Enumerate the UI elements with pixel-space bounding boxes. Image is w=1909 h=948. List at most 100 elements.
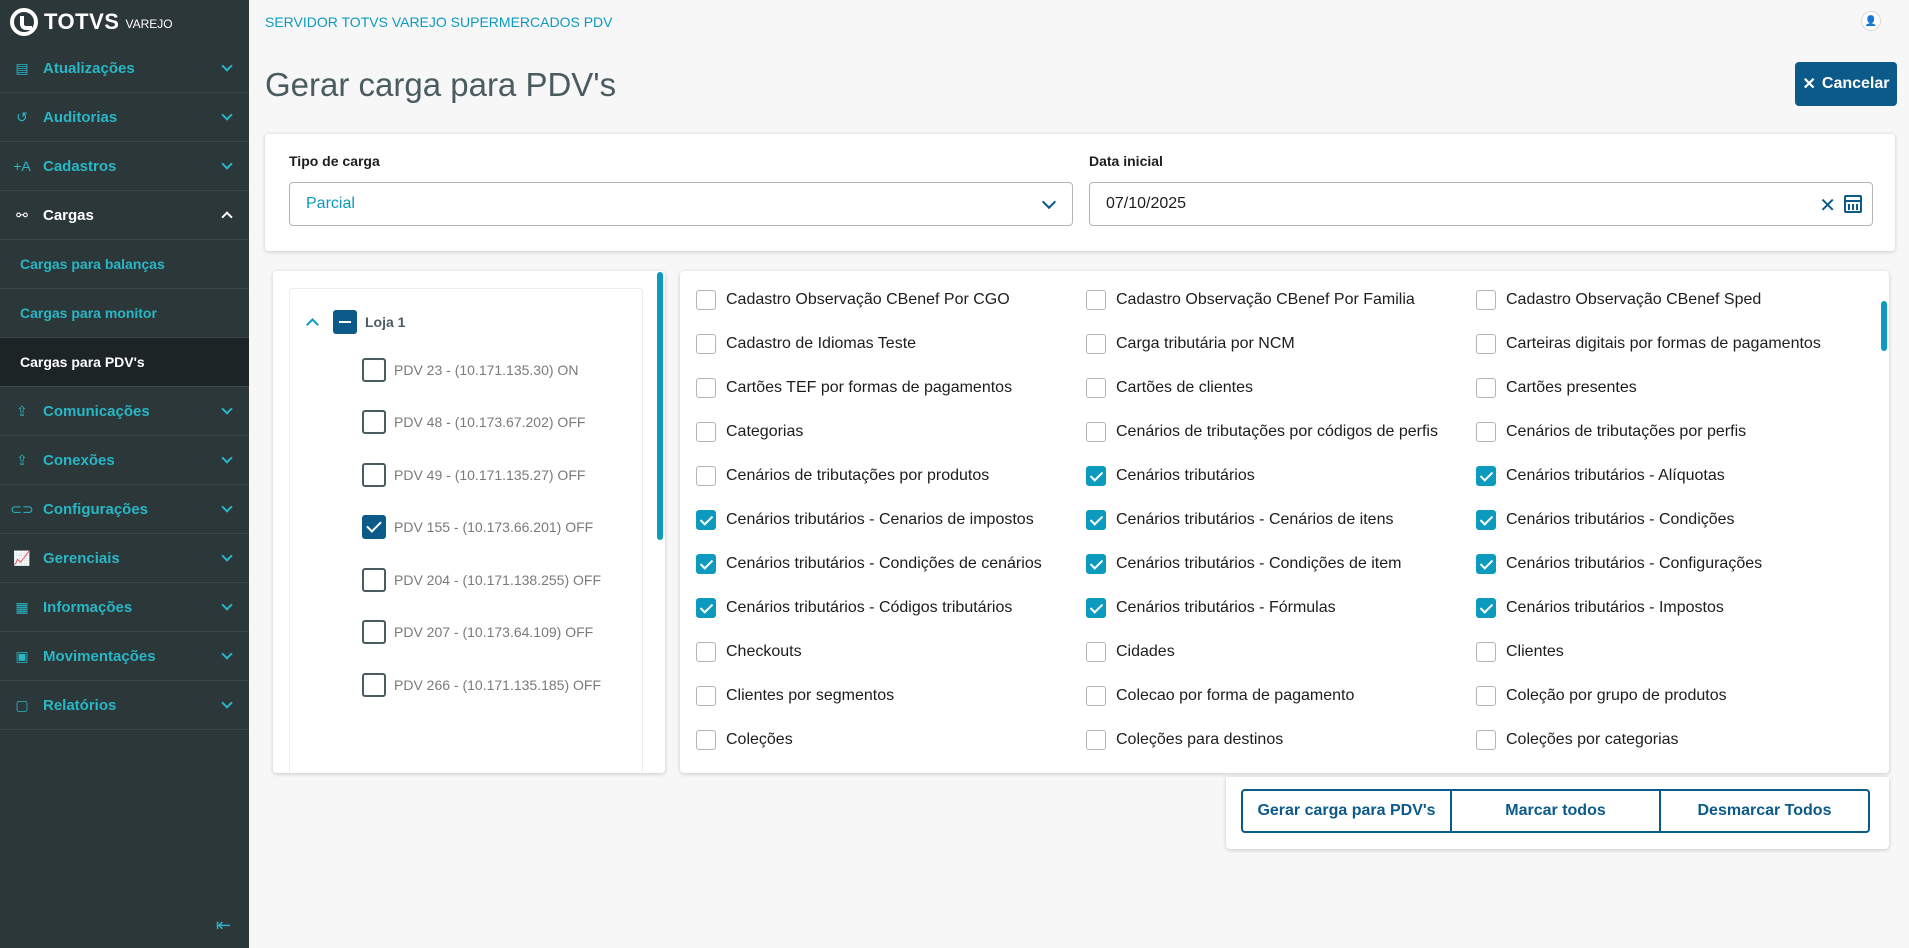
carga-option-checkbox[interactable] [1476, 642, 1496, 662]
pdv-item[interactable]: PDV 49 - (10.171.135.27) OFF [362, 463, 585, 487]
sidebar-item[interactable]: ▤ Atualizações [0, 44, 249, 93]
carga-option[interactable]: Cartões presentes [1476, 378, 1637, 398]
carga-option[interactable]: Cidades [1086, 642, 1175, 662]
pdv-item[interactable]: PDV 207 - (10.173.64.109) OFF [362, 620, 593, 644]
carga-option-checkbox[interactable] [1476, 466, 1496, 486]
carga-option-checkbox[interactable] [1476, 378, 1496, 398]
carga-option[interactable]: Cenários tributários - Impostos [1476, 598, 1724, 618]
pdv-item[interactable]: PDV 204 - (10.171.138.255) OFF [362, 568, 601, 592]
carga-option[interactable]: Cenários de tributações por produtos [696, 466, 989, 486]
carga-option-checkbox[interactable] [696, 466, 716, 486]
check-all-button[interactable]: Marcar todos [1450, 789, 1661, 833]
carga-option[interactable]: Cenários tributários - Condições de cená… [696, 554, 1042, 574]
carga-option-checkbox[interactable] [696, 510, 716, 530]
carga-option-checkbox[interactable] [696, 334, 716, 354]
carga-option[interactable]: Colecao por forma de pagamento [1086, 686, 1354, 706]
carga-option[interactable]: Cadastro Observação CBenef Por Familia [1086, 290, 1415, 310]
carga-option-checkbox[interactable] [1086, 334, 1106, 354]
sidebar-subitem[interactable]: Cargas para monitor [0, 289, 249, 338]
sidebar-item[interactable]: ⇪ Conexões [0, 436, 249, 485]
pdv-checkbox[interactable] [362, 358, 386, 382]
carga-option[interactable]: Coleções [696, 730, 793, 750]
carga-option-checkbox[interactable] [1086, 378, 1106, 398]
carga-option-checkbox[interactable] [1476, 422, 1496, 442]
options-scrollbar[interactable] [1881, 301, 1887, 351]
pdv-checkbox[interactable] [362, 568, 386, 592]
carga-option[interactable]: Cadastro de Idiomas Teste [696, 334, 916, 354]
cancel-button[interactable]: ✕ Cancelar [1795, 62, 1897, 106]
calendar-icon[interactable] [1844, 195, 1862, 213]
carga-option-checkbox[interactable] [696, 554, 716, 574]
collapse-menu-icon[interactable]: ⇤ [216, 915, 231, 936]
carga-option-checkbox[interactable] [696, 686, 716, 706]
carga-option[interactable]: Cartões TEF por formas de pagamentos [696, 378, 1012, 398]
pdv-item[interactable]: PDV 48 - (10.173.67.202) OFF [362, 410, 585, 434]
carga-option[interactable]: Clientes por segmentos [696, 686, 894, 706]
carga-option[interactable]: Cadastro Observação CBenef Por CGO [696, 290, 1010, 310]
pdv-item[interactable]: PDV 155 - (10.173.66.201) OFF [362, 515, 593, 539]
carga-option[interactable]: Categorias [696, 422, 803, 442]
carga-option[interactable]: Cenários tributários - Cenários de itens [1086, 510, 1393, 530]
sidebar-item[interactable]: ▣ Movimentações [0, 632, 249, 681]
carga-option-checkbox[interactable] [1476, 510, 1496, 530]
carga-option[interactable]: Cenários tributários - Códigos tributári… [696, 598, 1012, 618]
carga-option[interactable]: Coleção por grupo de produtos [1476, 686, 1727, 706]
carga-option-checkbox[interactable] [1086, 686, 1106, 706]
carga-option-checkbox[interactable] [1086, 510, 1106, 530]
carga-option-checkbox[interactable] [1476, 290, 1496, 310]
carga-option[interactable]: Cenários tributários - Alíquotas [1476, 466, 1725, 486]
data-inicial-field[interactable]: 07/10/2025 ✕ [1089, 182, 1873, 226]
generate-load-button[interactable]: Gerar carga para PDV's [1241, 789, 1452, 833]
pdv-checkbox[interactable] [362, 410, 386, 434]
carga-option-checkbox[interactable] [696, 290, 716, 310]
sidebar-item[interactable]: ▢ Relatórios [0, 681, 249, 730]
carga-option[interactable]: Cenários de tributações por perfis [1476, 422, 1746, 442]
carga-option[interactable]: Cenários tributários - Fórmulas [1086, 598, 1336, 618]
carga-option-checkbox[interactable] [696, 730, 716, 750]
carga-option[interactable]: Cenários tributários - Cenarios de impos… [696, 510, 1034, 530]
carga-option-checkbox[interactable] [696, 422, 716, 442]
sidebar-item[interactable]: ⊂⊃ Configurações [0, 485, 249, 534]
sidebar-item[interactable]: 📈 Gerenciais [0, 534, 249, 583]
carga-option[interactable]: Checkouts [696, 642, 802, 662]
carga-option[interactable]: Cenários tributários - Configurações [1476, 554, 1762, 574]
sidebar-item[interactable]: ↺ Auditorias [0, 93, 249, 142]
loja-partial-checkbox[interactable] [333, 310, 357, 334]
tree-scrollbar[interactable] [657, 272, 663, 540]
carga-option-checkbox[interactable] [1086, 422, 1106, 442]
carga-option[interactable]: Coleções por categorias [1476, 730, 1679, 750]
sidebar-subitem[interactable]: Cargas para balanças [0, 240, 249, 289]
carga-option[interactable]: Cenários tributários - Condições de item [1086, 554, 1401, 574]
carga-option[interactable]: Cartões de clientes [1086, 378, 1253, 398]
carga-option-checkbox[interactable] [1086, 730, 1106, 750]
carga-option[interactable]: Carteiras digitais por formas de pagamen… [1476, 334, 1821, 354]
sidebar-item[interactable]: ▦ Informações [0, 583, 249, 632]
sidebar-subitem[interactable]: Cargas para PDV's [0, 338, 249, 387]
carga-option-checkbox[interactable] [696, 378, 716, 398]
pdv-checkbox[interactable] [362, 463, 386, 487]
pdv-checkbox[interactable] [362, 620, 386, 644]
carga-option-checkbox[interactable] [1476, 334, 1496, 354]
carga-option-checkbox[interactable] [1476, 686, 1496, 706]
tipo-carga-select[interactable]: Parcial [289, 182, 1073, 226]
sidebar-item[interactable]: +A Cadastros [0, 142, 249, 191]
pdv-item[interactable]: PDV 266 - (10.171.135.185) OFF [362, 673, 601, 697]
carga-option-checkbox[interactable] [1086, 598, 1106, 618]
carga-option-checkbox[interactable] [696, 642, 716, 662]
carga-option-checkbox[interactable] [1476, 598, 1496, 618]
carga-option-checkbox[interactable] [1476, 554, 1496, 574]
user-profile-icon[interactable]: 👤 [1861, 11, 1881, 31]
sidebar-item[interactable]: ⇪ Comunicações [0, 387, 249, 436]
carga-option[interactable]: Carga tributária por NCM [1086, 334, 1295, 354]
carga-option-checkbox[interactable] [696, 598, 716, 618]
carga-option[interactable]: Cenários tributários [1086, 466, 1255, 486]
sidebar-item[interactable]: ⚯ Cargas [0, 191, 249, 240]
uncheck-all-button[interactable]: Desmarcar Todos [1659, 789, 1870, 833]
clear-date-icon[interactable]: ✕ [1819, 193, 1836, 218]
carga-option-checkbox[interactable] [1086, 466, 1106, 486]
carga-option[interactable]: Cenários tributários - Condições [1476, 510, 1735, 530]
pdv-item[interactable]: PDV 23 - (10.171.135.30) ON [362, 358, 578, 382]
carga-option-checkbox[interactable] [1476, 730, 1496, 750]
carga-option-checkbox[interactable] [1086, 554, 1106, 574]
pdv-checkbox[interactable] [362, 515, 386, 539]
